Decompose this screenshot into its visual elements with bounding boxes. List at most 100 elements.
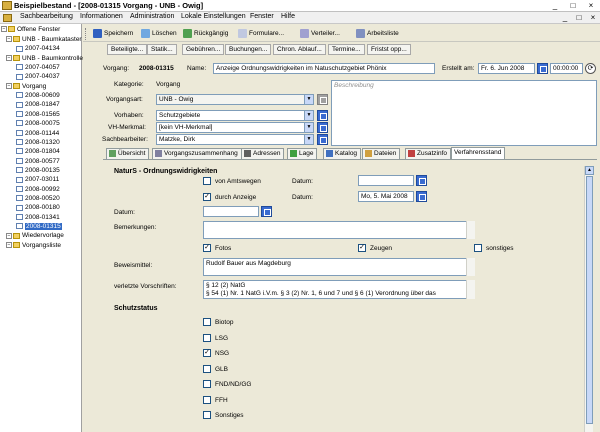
menu-hilfe[interactable]: Hilfe	[281, 13, 295, 20]
vh-merkmal-lookup-button[interactable]	[317, 122, 328, 133]
tree-item[interactable]: 2008-01847	[16, 101, 60, 110]
calendar-icon[interactable]	[537, 63, 548, 74]
tab-adressen[interactable]: Adressen	[241, 148, 285, 159]
schutzstatus-checkbox[interactable]	[203, 333, 211, 342]
mdi-maximize-button[interactable]: □	[572, 13, 586, 23]
von-amtswegen-checkbox[interactable]	[203, 177, 211, 185]
delete-button[interactable]: Löschen	[140, 28, 177, 40]
tab-dateien[interactable]: Dateien	[362, 148, 401, 159]
tree-item[interactable]: 2008-01320	[16, 139, 60, 148]
vorgangsart-select[interactable]: UNB - Owig ▼	[156, 94, 314, 105]
tab-katalog[interactable]: Katalog	[323, 148, 362, 159]
mdi-minimize-button[interactable]: _	[558, 13, 572, 23]
tree-item[interactable]: 2008-01804	[16, 148, 60, 157]
refresh-icon[interactable]: ⟳	[585, 63, 596, 74]
statistics-button[interactable]: Statik...	[147, 44, 177, 55]
fees-button[interactable]: Gebühren...	[182, 44, 225, 55]
tab-uebersicht[interactable]: Übersicht	[106, 148, 150, 159]
chronology-button[interactable]: Chron. Ablauf...	[273, 44, 326, 55]
calendar-icon[interactable]	[261, 206, 272, 217]
schutzstatus-checkbox[interactable]	[203, 380, 211, 388]
calendar-icon[interactable]	[416, 191, 427, 202]
created-time-field[interactable]: 00:00:00	[550, 63, 583, 74]
vorhaben-select[interactable]: Schutzgebiete ▼	[156, 110, 314, 121]
maximize-button[interactable]: □	[566, 1, 580, 11]
tree-item[interactable]: 2007-04134	[16, 45, 60, 54]
tree-group[interactable]: − UNB - Baumkataster	[6, 36, 82, 45]
close-button[interactable]: ×	[584, 1, 598, 11]
beweismittel-scrollbar[interactable]	[466, 258, 475, 276]
calendar-icon[interactable]	[416, 175, 427, 186]
schutzstatus-checkbox[interactable]	[203, 395, 211, 404]
datum-amtswegen-field[interactable]	[358, 175, 414, 186]
sonstiges-beweis-checkbox[interactable]	[474, 244, 482, 252]
vorhaben-lookup-button[interactable]	[317, 110, 328, 121]
mdi-close-button[interactable]: ×	[586, 13, 600, 23]
tree-item[interactable]: 2008-00075	[16, 120, 60, 129]
menu-fenster[interactable]: Fenster	[250, 13, 274, 20]
sachbearbeiter-lookup-button[interactable]	[317, 134, 328, 145]
schutzstatus-checkbox[interactable]	[203, 318, 211, 326]
vorschriften-scrollbar[interactable]	[466, 280, 475, 299]
menu-informationen[interactable]: Informationen	[80, 13, 123, 20]
bookings-button[interactable]: Buchungen...	[225, 44, 272, 55]
appointments-button[interactable]: Termine...	[328, 44, 365, 55]
menu-sachbearbeitung[interactable]: Sachbearbeitung	[20, 13, 73, 20]
tree-group[interactable]: − Vorgangsliste	[6, 242, 61, 251]
zeugen-checkbox[interactable]: ✓	[358, 244, 366, 252]
tree-item[interactable]: 2008-01144	[16, 130, 59, 139]
sachbearbeiter-select[interactable]: Matzke, Dirk ▼	[156, 134, 314, 145]
tree-item[interactable]: 2008-00992	[16, 186, 60, 195]
name-field[interactable]: Anzeige Ordnungswidrigkeiten im Natuschu…	[213, 63, 435, 74]
menu-lokale-einstellungen[interactable]: Lokale Einstellungen	[181, 13, 246, 20]
beweismittel-textarea[interactable]: Rudolf Bauer aus Magdeburg	[203, 258, 475, 276]
tree-item[interactable]: 2007-03011	[16, 176, 59, 185]
schutzstatus-checkbox[interactable]	[203, 411, 211, 419]
tree-item[interactable]: 2008-01315	[16, 223, 62, 232]
panel-scrollbar[interactable]: ▲	[584, 166, 594, 432]
forms-button[interactable]: Formulare...	[237, 28, 284, 40]
tree-item[interactable]: 2008-00135	[16, 167, 60, 176]
scroll-thumb[interactable]	[586, 176, 593, 424]
tree-item[interactable]: 2008-00180	[16, 204, 60, 213]
tree-item[interactable]: 2008-00577	[16, 158, 60, 167]
participants-button[interactable]: Beteiligte...	[107, 44, 148, 55]
tree-item[interactable]: 2008-01565	[16, 111, 60, 120]
tree-item[interactable]: 2008-00609	[16, 92, 60, 101]
vh-merkmal-select[interactable]: [kein VH-Merkmal] ▼	[156, 122, 314, 133]
tree-group[interactable]: − UNB - Baumkontrolle	[6, 55, 83, 64]
tree-item[interactable]: 2007-04057	[16, 64, 60, 73]
expand-icon[interactable]: −	[6, 54, 12, 61]
durch-anzeige-checkbox[interactable]: ✓	[203, 193, 211, 201]
tree-root[interactable]: − Offene Fenster	[1, 26, 60, 35]
fotos-checkbox[interactable]: ✓	[203, 244, 211, 252]
tree-group[interactable]: − Vorgang	[6, 83, 46, 92]
tree-item[interactable]: 2008-01341	[16, 214, 60, 223]
expand-icon[interactable]: −	[6, 241, 12, 248]
tab-vorgangszusammenhang[interactable]: Vorgangszusammenhang	[152, 148, 242, 159]
expand-icon[interactable]: −	[6, 232, 12, 239]
deadline-stop-button[interactable]: Fristst opp...	[367, 44, 411, 55]
expand-icon[interactable]: −	[6, 83, 12, 90]
vorschriften-textarea[interactable]: § 12 (2) NatG § 54 (1) Nr. 1 NatG i.V.m.…	[203, 280, 475, 299]
scroll-up-icon[interactable]: ▲	[585, 166, 594, 175]
bemerkungen-textarea[interactable]	[203, 221, 475, 239]
tree-item[interactable]: 2008-00520	[16, 195, 60, 204]
minimize-button[interactable]: _	[548, 1, 562, 11]
tab-zusatzinfo[interactable]: Zusatzinfo	[405, 148, 451, 159]
menu-administration[interactable]: Administration	[130, 13, 174, 20]
tab-verfahrensstand[interactable]: Verfahrensstand	[451, 147, 506, 159]
distributor-button[interactable]: Verteiler...	[299, 28, 340, 40]
datum-anzeige-field[interactable]: Mo, 5. Mai 2008	[358, 191, 414, 202]
undo-button[interactable]: Rückgängig	[182, 28, 228, 40]
schutzstatus-checkbox[interactable]	[203, 364, 211, 373]
worklist-button[interactable]: Arbeitsliste	[355, 28, 399, 40]
datum-field[interactable]	[203, 206, 259, 217]
tree-group[interactable]: − Wiedervorlage	[6, 232, 64, 241]
vorgangsart-lookup-button[interactable]	[317, 94, 328, 105]
tree-item[interactable]: 2007-04037	[16, 73, 60, 82]
created-date-field[interactable]: Fr. 6. Jun 2008	[478, 63, 535, 74]
description-textarea[interactable]: Beschreibung	[331, 80, 597, 146]
collapse-icon[interactable]: −	[1, 26, 7, 33]
tab-lage[interactable]: Lage	[287, 148, 318, 159]
